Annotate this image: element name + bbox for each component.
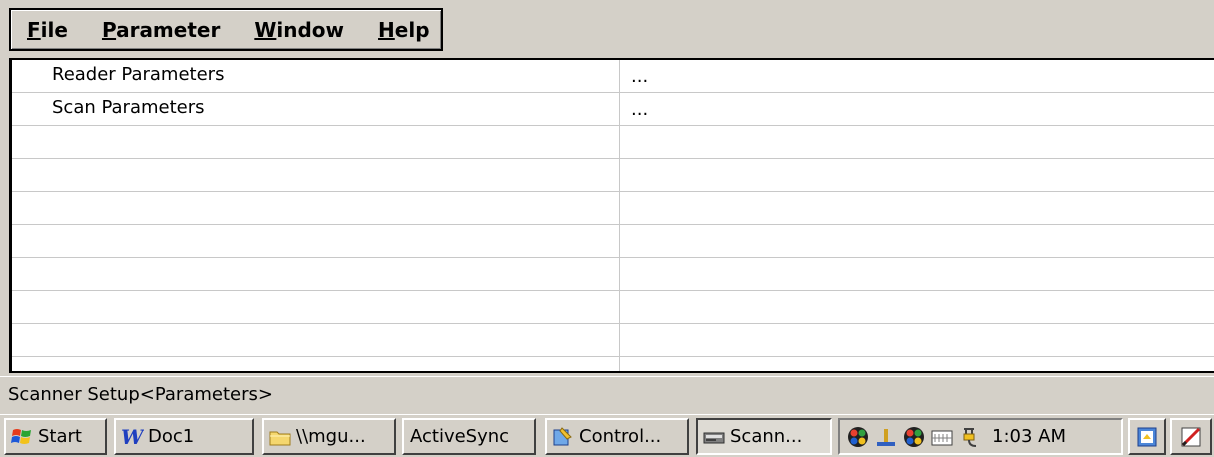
- grid-cell-value[interactable]: ...: [621, 60, 1214, 92]
- clock[interactable]: 1:03 AM: [992, 426, 1066, 447]
- grid-cell-value: [621, 126, 1214, 158]
- connection-icon[interactable]: [874, 425, 898, 449]
- grid-cell-value: [621, 324, 1214, 356]
- grid-row-empty: [12, 126, 1214, 159]
- scanner-icon: [703, 432, 725, 443]
- taskbar-button-activesync[interactable]: ActiveSync: [402, 418, 536, 455]
- grid-cell-name: [12, 225, 620, 257]
- taskbar-button-label: Control...: [579, 426, 662, 447]
- menu-window[interactable]: Window: [237, 18, 361, 42]
- start-label: Start: [38, 426, 82, 447]
- grid-cell-value: [621, 357, 1214, 371]
- menu-window-label: indow: [276, 17, 345, 42]
- grid-cell-name: [12, 324, 620, 356]
- taskbar-button-label: Scann...: [730, 426, 803, 447]
- system-tray: 1:03 AM: [838, 418, 1123, 455]
- grid-cell-name[interactable]: Scan Parameters: [12, 93, 620, 125]
- status-text: Scanner Setup<Parameters>: [8, 384, 273, 405]
- menu-file-accel: F: [27, 17, 41, 42]
- menu-window-accel: W: [254, 17, 277, 42]
- grid-cell-value[interactable]: ...: [621, 93, 1214, 125]
- input-panel-button[interactable]: [1170, 418, 1212, 455]
- power-icon[interactable]: [958, 425, 982, 449]
- menu-file-label: ile: [40, 17, 68, 42]
- grid-cell-name: [12, 159, 620, 191]
- grid-cell-value: [621, 159, 1214, 191]
- control-panel-icon: [553, 426, 572, 445]
- network-icon[interactable]: [846, 425, 870, 449]
- grid-cell-value: [621, 291, 1214, 323]
- grid-row-scan-parameters[interactable]: Scan Parameters ...: [12, 93, 1214, 126]
- status-bar: Scanner Setup<Parameters>: [0, 376, 1214, 414]
- taskbar-button-label: Doc1: [148, 426, 195, 447]
- taskbar-button-scanner[interactable]: Scann...: [696, 418, 832, 455]
- taskbar-button-doc1[interactable]: W Doc1: [114, 418, 254, 455]
- menu-bar: File Parameter Window Help: [0, 0, 1214, 54]
- grid-row-reader-parameters[interactable]: Reader Parameters ...: [12, 60, 1214, 93]
- grid-row-empty: [12, 192, 1214, 225]
- taskbar-button-folder[interactable]: \\mgu...: [262, 418, 396, 455]
- parameter-grid: Reader Parameters ... Scan Parameters ..…: [9, 58, 1214, 373]
- taskbar-button-label: \\mgu...: [296, 426, 366, 447]
- menu-help-accel: H: [378, 17, 395, 42]
- menu-parameter-accel: P: [101, 17, 117, 42]
- grid-cell-name: [12, 258, 620, 290]
- taskbar: Start W Doc1 \\mgu... ActiveSync Control…: [0, 414, 1214, 457]
- grid-row-empty: [12, 324, 1214, 357]
- grid-cell-name[interactable]: Reader Parameters: [12, 60, 620, 92]
- grid-row-empty: [12, 357, 1214, 371]
- grid-cell-name: [12, 357, 620, 371]
- folder-icon: [269, 431, 291, 445]
- word-icon: W: [121, 425, 144, 449]
- taskbar-button-control-panel[interactable]: Control...: [545, 418, 689, 455]
- desktop-button[interactable]: [1128, 418, 1166, 455]
- grid-cell-value: [621, 258, 1214, 290]
- taskbar-button-label: ActiveSync: [410, 426, 510, 447]
- svg-text:W: W: [121, 425, 144, 449]
- menu-help-label: elp: [394, 17, 430, 42]
- pen-input-icon: [1181, 427, 1201, 446]
- windows-flag-icon: [11, 428, 31, 444]
- grid-cell-name: [12, 291, 620, 323]
- menu-help[interactable]: Help: [361, 18, 447, 42]
- menu-parameter[interactable]: Parameter: [85, 18, 237, 42]
- grid-cell-value: [621, 192, 1214, 224]
- menu-frame: File Parameter Window Help: [9, 8, 443, 51]
- desktop-icon: [1137, 427, 1157, 446]
- grid-row-empty: [12, 225, 1214, 258]
- grid-row-empty: [12, 258, 1214, 291]
- grid-row-empty: [12, 159, 1214, 192]
- network-icon[interactable]: [902, 425, 926, 449]
- keyboard-icon[interactable]: [930, 425, 954, 449]
- menu-parameter-label: arameter: [116, 17, 221, 42]
- grid-cell-name: [12, 126, 620, 158]
- start-button[interactable]: Start: [4, 418, 107, 455]
- grid-row-empty: [12, 291, 1214, 324]
- grid-cell-value: [621, 225, 1214, 257]
- menu-file[interactable]: File: [11, 18, 85, 42]
- grid-cell-name: [12, 192, 620, 224]
